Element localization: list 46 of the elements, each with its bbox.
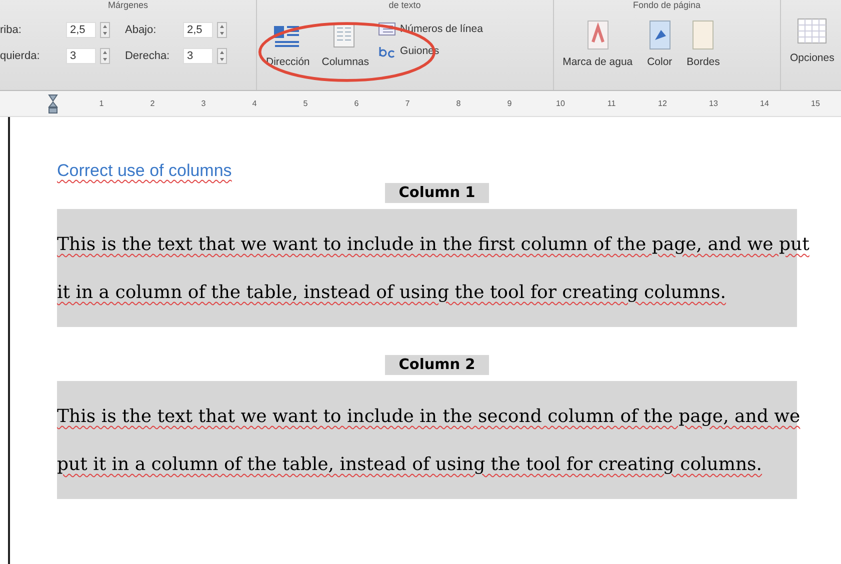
ruler-number: 5 [302, 99, 309, 108]
ruler-number: 9 [506, 99, 513, 108]
page-color-button[interactable]: Color [642, 20, 678, 68]
text-line: put it in a column of the table, instead of using the tool for creating columns. [57, 453, 762, 477]
document-title: Correct use of columns [57, 161, 232, 181]
margin-field[interactable]: 3 [182, 48, 213, 64]
margin-field[interactable]: 3 [66, 48, 96, 64]
ruler-number: 15 [810, 99, 821, 108]
margin-field[interactable]: 2,5 [182, 22, 213, 38]
text-line: it in a column of the table, instead of using the tool for creating columns. [57, 281, 726, 305]
group-title: Fondo de página [632, 0, 702, 10]
group-title: de texto [388, 0, 422, 10]
grid-icon [797, 16, 828, 46]
ruler-number: 1 [98, 99, 105, 108]
ruler-number: 8 [455, 99, 462, 108]
margin-field[interactable]: 2,5 [66, 22, 96, 38]
ruler-number: 12 [657, 99, 668, 108]
ruler-number: 7 [404, 99, 411, 108]
ruler-number: 6 [353, 99, 360, 108]
indent-marker-icon[interactable] [48, 94, 58, 114]
hyphenation-icon [378, 44, 396, 58]
stepper-icon[interactable] [100, 22, 110, 38]
ruler-number: 10 [555, 99, 566, 108]
stepper-icon[interactable] [216, 22, 227, 38]
ruler-number: 3 [200, 99, 207, 108]
stepper-icon[interactable] [100, 48, 110, 64]
ruler-number: 4 [251, 99, 258, 108]
field-label: Derecha: [124, 50, 171, 62]
column-heading: Column 1 [384, 183, 490, 203]
page-borders-button[interactable]: Bordes [684, 20, 723, 68]
field-label: riba: [0, 24, 22, 36]
ruler-number: 11 [606, 99, 617, 108]
ruler-number: 13 [708, 99, 719, 108]
text-direction-button[interactable]: Dirección [262, 20, 313, 68]
ruler-number: 14 [759, 99, 770, 108]
ruler-number: 2 [149, 99, 156, 108]
text-line: This is the text that we want to include in the first column of the page, and we put [57, 233, 810, 257]
options-button[interactable]: Opciones [787, 16, 838, 64]
column-heading: Column 2 [384, 355, 490, 375]
text-line: This is the text that we want to include in the second column of the page, and we [57, 405, 800, 429]
field-label: Abajo: [124, 24, 158, 36]
field-label: quierda: [0, 50, 41, 62]
group-title: Márgenes [106, 0, 149, 10]
columns-button[interactable]: Columnas [318, 20, 372, 68]
stepper-icon[interactable] [216, 48, 227, 64]
watermark-button[interactable]: Marca de agua [560, 20, 636, 68]
